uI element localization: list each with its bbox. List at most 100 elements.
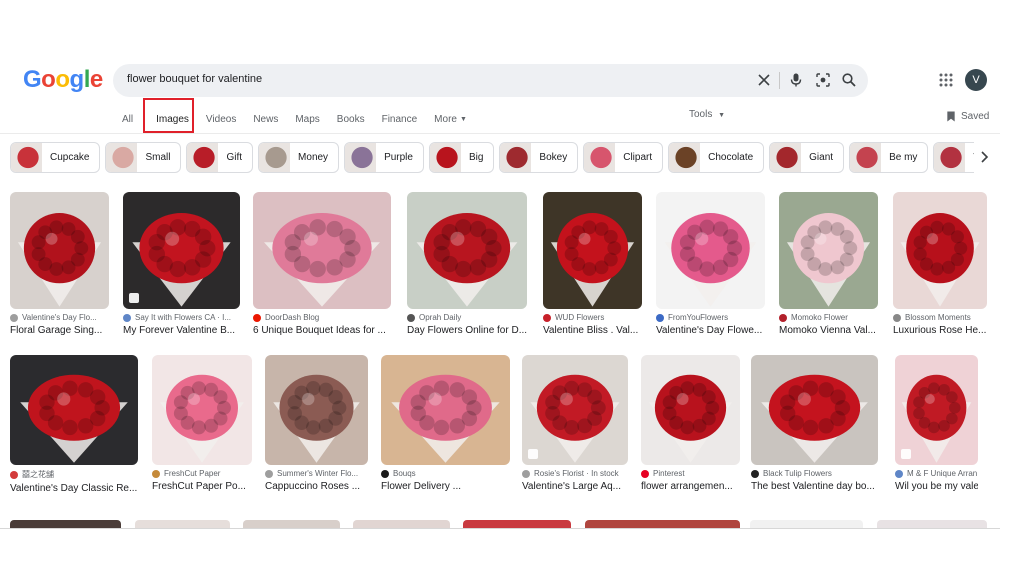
result-thumbnail[interactable]	[893, 192, 987, 309]
result-thumb-partial[interactable]	[243, 520, 340, 528]
result-source[interactable]: FreshCut Paper	[152, 469, 252, 478]
image-result[interactable]: FromYouFlowers Valentine's Day Flowe...	[656, 192, 765, 336]
result-source[interactable]: Oprah Daily	[407, 313, 527, 322]
result-title[interactable]: Valentine's Day Classic Re...	[10, 483, 138, 494]
result-title[interactable]: Day Flowers Online for D...	[407, 325, 527, 336]
result-title[interactable]: Flower Delivery ...	[381, 481, 510, 492]
site-favicon-icon	[407, 313, 415, 322]
result-source[interactable]: Rosie's Florist · In stock	[522, 469, 628, 478]
image-result[interactable]: M & F Unique Arran... Wil you be my vale.…	[895, 355, 978, 492]
image-result[interactable]: FreshCut Paper FreshCut Paper Po...	[152, 355, 252, 492]
site-favicon-icon	[641, 469, 649, 478]
result-source-name: Say It with Flowers CA · I...	[135, 313, 232, 322]
result-title[interactable]: Cappuccino Roses ...	[265, 481, 368, 492]
result-thumb-partial[interactable]	[585, 520, 740, 528]
result-thumbnail[interactable]	[641, 355, 740, 465]
result-thumbnail[interactable]	[381, 355, 510, 465]
result-source[interactable]: Say It with Flowers CA · I...	[123, 313, 240, 322]
result-thumbnail[interactable]	[779, 192, 878, 309]
result-thumb-partial[interactable]	[750, 520, 863, 528]
bouquet-image	[10, 192, 109, 309]
site-favicon-icon	[381, 469, 389, 478]
result-source[interactable]: Black Tulip Flowers	[751, 469, 878, 478]
result-thumbnail[interactable]	[751, 355, 878, 465]
result-title[interactable]: flower arrangemen...	[641, 481, 740, 492]
result-thumbnail[interactable]	[265, 355, 368, 465]
result-thumbnail[interactable]	[152, 355, 252, 465]
site-favicon-icon	[656, 313, 664, 322]
bouquet-image	[522, 355, 628, 465]
result-title[interactable]: FreshCut Paper Po...	[152, 481, 252, 492]
result-title[interactable]: Luxurious Rose He...	[893, 325, 987, 336]
result-title[interactable]: Floral Garage Sing...	[10, 325, 109, 336]
bouquet-image	[152, 355, 252, 465]
site-favicon-icon	[253, 313, 261, 322]
result-source[interactable]: Blossom Moments	[893, 313, 987, 322]
image-result[interactable]: WUD Flowers Valentine Bliss . Val...	[543, 192, 642, 336]
result-thumb-partial[interactable]	[463, 520, 571, 528]
site-favicon-icon	[895, 469, 903, 478]
result-title[interactable]: 6 Unique Bouquet Ideas for ...	[253, 325, 391, 336]
result-thumbnail[interactable]	[656, 192, 765, 309]
product-tag-icon	[129, 293, 139, 303]
result-source-name: WUD Flowers	[555, 313, 605, 322]
result-thumbnail[interactable]	[522, 355, 628, 465]
site-favicon-icon	[10, 470, 18, 479]
result-source[interactable]: Momoko Flower	[779, 313, 878, 322]
result-thumb-partial[interactable]	[135, 520, 230, 528]
result-thumb-partial[interactable]	[353, 520, 450, 528]
image-result[interactable]: DoorDash Blog 6 Unique Bouquet Ideas for …	[253, 192, 391, 336]
result-title[interactable]: Wil you be my vale...	[895, 481, 978, 492]
result-thumbnail[interactable]	[895, 355, 978, 465]
result-title[interactable]: Valentine's Day Flowe...	[656, 325, 765, 336]
result-source-name: Pinterest	[653, 469, 685, 478]
image-result[interactable]: Say It with Flowers CA · I... My Forever …	[123, 192, 240, 336]
site-favicon-icon	[751, 469, 759, 478]
result-thumbnail[interactable]	[407, 192, 527, 309]
image-result[interactable]: Black Tulip Flowers The best Valentine da…	[751, 355, 878, 492]
result-source-name: FreshCut Paper	[164, 469, 221, 478]
result-title[interactable]: The best Valentine day bo...	[751, 481, 878, 492]
bouquet-image	[253, 192, 391, 309]
result-title[interactable]: Momoko Vienna Val...	[779, 325, 878, 336]
result-source[interactable]: 囍之花舖	[10, 469, 138, 480]
result-source[interactable]: M & F Unique Arran...	[895, 469, 978, 478]
image-result[interactable]: Momoko Flower Momoko Vienna Val...	[779, 192, 878, 336]
result-thumbnail[interactable]	[10, 192, 109, 309]
result-source-name: Blossom Moments	[905, 313, 971, 322]
result-thumbnail[interactable]	[253, 192, 391, 309]
result-source[interactable]: Valentine's Day Flo...	[10, 313, 109, 322]
result-thumbnail[interactable]	[123, 192, 240, 309]
image-result[interactable]: 囍之花舖 Valentine's Day Classic Re...	[10, 355, 138, 494]
result-thumbnail[interactable]	[10, 355, 138, 465]
image-result[interactable]: Summer's Winter Flo... Cappuccino Roses .…	[265, 355, 368, 492]
image-result[interactable]: Rosie's Florist · In stock Valentine's La…	[522, 355, 628, 492]
site-favicon-icon	[522, 469, 530, 478]
site-favicon-icon	[123, 313, 131, 322]
result-title[interactable]: Valentine's Large Aq...	[522, 481, 628, 492]
result-thumb-partial[interactable]	[10, 520, 121, 528]
result-source[interactable]: Summer's Winter Flo...	[265, 469, 368, 478]
site-favicon-icon	[543, 313, 551, 322]
result-title[interactable]: My Forever Valentine B...	[123, 325, 240, 336]
bouquet-image	[123, 192, 240, 309]
image-result[interactable]: Valentine's Day Flo... Floral Garage Sing…	[10, 192, 109, 336]
image-result[interactable]: Pinterest flower arrangemen...	[641, 355, 740, 492]
page-bottom-divider	[0, 528, 1000, 529]
result-thumbnail[interactable]	[543, 192, 642, 309]
result-source-name: Oprah Daily	[419, 313, 462, 322]
result-title[interactable]: Valentine Bliss . Val...	[543, 325, 642, 336]
bouquet-image	[751, 355, 878, 465]
image-result[interactable]: Blossom Moments Luxurious Rose He...	[893, 192, 987, 336]
result-source[interactable]: DoorDash Blog	[253, 313, 391, 322]
image-result[interactable]: Bouqs Flower Delivery ...	[381, 355, 510, 492]
bouquet-image	[265, 355, 368, 465]
result-source-name: FromYouFlowers	[668, 313, 729, 322]
result-source-name: Summer's Winter Flo...	[277, 469, 359, 478]
image-result[interactable]: Oprah Daily Day Flowers Online for D...	[407, 192, 527, 336]
result-source[interactable]: Pinterest	[641, 469, 740, 478]
result-thumb-partial[interactable]	[877, 520, 987, 528]
result-source[interactable]: FromYouFlowers	[656, 313, 765, 322]
result-source[interactable]: WUD Flowers	[543, 313, 642, 322]
result-source[interactable]: Bouqs	[381, 469, 510, 478]
